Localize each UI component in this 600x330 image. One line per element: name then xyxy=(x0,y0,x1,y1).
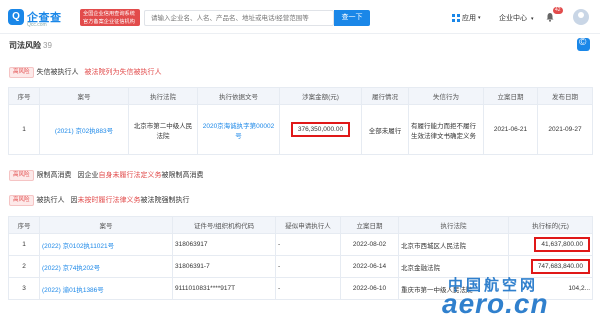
row-number: 1 xyxy=(8,233,40,256)
case-number-link[interactable]: (2022) 京74执202号 xyxy=(39,255,173,278)
block-mid: 因企业 xyxy=(77,172,99,179)
block-title: 失信被执行人 xyxy=(36,69,79,76)
court: 北京市西城区人民法院 xyxy=(398,233,509,256)
col-header: 立案日期 xyxy=(483,87,538,105)
section-title: 司法风险 39 xyxy=(9,40,52,51)
basis-link[interactable]: 2020京海诚执字第00002号 xyxy=(197,104,280,155)
dishonest-table: 序号 案号 执行法院 执行依据文号 涉案金额(元) 履行情况 失信行为 立案日期… xyxy=(8,87,593,155)
col-header: 履行情况 xyxy=(361,87,409,105)
filed-date: 2022-06-10 xyxy=(340,277,399,300)
table-row: 1 (2022) 京0102执11021号 318063917 - 2022-0… xyxy=(8,233,593,256)
logo[interactable]: Q 企查查 Qcc.com xyxy=(8,8,78,28)
risk-tag: 高风险 xyxy=(9,66,34,78)
col-header: 涉案金额(元) xyxy=(279,87,362,105)
col-header: 案号 xyxy=(39,87,129,105)
col-header: 案号 xyxy=(39,216,173,234)
executed-header: 高风险 被执行人 因 未按时履行法律义务 被法院强制执行 xyxy=(9,194,190,206)
amount-highlight: 376,350,000.00 xyxy=(290,122,351,137)
col-header: 序号 xyxy=(8,87,40,105)
col-header: 立案日期 xyxy=(340,216,399,234)
behavior: 有履行能力而拒不履行生效法律文书确定义务 xyxy=(408,104,484,155)
amount-highlight: 747,683,840.00 xyxy=(530,259,590,274)
chevron-down-icon: ▾ xyxy=(530,16,534,22)
nav-enterprise[interactable]: 企业中心 ▾ xyxy=(499,13,533,23)
case-number-link[interactable]: (2022) 京0102执11021号 xyxy=(39,233,173,256)
nav-apps-label: 应用 xyxy=(462,15,476,22)
search-box xyxy=(144,10,334,26)
logo-icon: Q xyxy=(8,9,24,25)
bell-icon[interactable] xyxy=(545,12,555,22)
copyright-icon[interactable] xyxy=(577,37,590,51)
block-title: 被执行人 xyxy=(36,197,65,204)
avatar[interactable] xyxy=(573,9,589,25)
id-number: 31806391-7 xyxy=(172,255,276,278)
search-button[interactable]: 查一下 xyxy=(334,10,370,26)
case-number-link[interactable]: (2022) 渝01执1386号 xyxy=(39,277,173,300)
published-date: 2021-09-27 xyxy=(537,104,593,155)
restriction-header: 高风险 限制高消费 因企业 自身未履行法定义务 被限制高消费 xyxy=(9,169,204,181)
col-header: 执行法院 xyxy=(398,216,509,234)
row-number: 2 xyxy=(8,255,40,278)
amount-highlight: 41,637,800.00 xyxy=(534,237,590,252)
row-number: 3 xyxy=(8,277,40,300)
credit-badge[interactable]: 全国企业信用查询系统 官方备案企业征信机构 xyxy=(80,9,140,26)
logo-url: Qcc.com xyxy=(27,22,47,28)
col-header: 执行法院 xyxy=(128,87,198,105)
section-count: 39 xyxy=(43,41,52,50)
filed-date: 2022-08-02 xyxy=(340,233,399,256)
court: 北京市第二中级人民法院 xyxy=(128,104,198,155)
col-header: 证件号/组织机构代码 xyxy=(172,216,276,234)
col-header: 疑似申请执行人 xyxy=(275,216,341,234)
notification-badge: 42 xyxy=(553,7,563,14)
amount-cell: 376,350,000.00 xyxy=(279,104,362,155)
block-suffix: 被限制高消费 xyxy=(161,172,204,179)
block-mid: 因 xyxy=(70,197,78,204)
table-header-row: 序号 案号 执行法院 执行依据文号 涉案金额(元) 履行情况 失信行为 立案日期… xyxy=(8,87,593,105)
col-header: 序号 xyxy=(8,216,40,234)
block-suffix: 被法院强制执行 xyxy=(140,197,190,204)
search-input[interactable] xyxy=(145,11,333,25)
block-highlight: 未按时履行法律义务 xyxy=(77,197,141,204)
filed-date: 2021-06-21 xyxy=(483,104,538,155)
status: 全部未履行 xyxy=(361,104,409,155)
filed-date: 2022-06-14 xyxy=(340,255,399,278)
row-number: 1 xyxy=(8,104,40,155)
amount-cell: 41,637,800.00 xyxy=(508,233,593,256)
id-number: 9111010831****917T xyxy=(172,277,276,300)
grid-icon xyxy=(452,14,460,22)
watermark: 中国航空网 aero.cn xyxy=(420,274,600,330)
id-number: 318063917 xyxy=(172,233,276,256)
applicant: - xyxy=(275,255,341,278)
block-highlight: 自身未履行法定义务 xyxy=(98,172,162,179)
top-bar: Q 企查查 Qcc.com 全国企业信用查询系统 官方备案企业征信机构 查一下 … xyxy=(0,0,600,34)
risk-tag: 高风险 xyxy=(9,169,34,181)
col-header: 发布日期 xyxy=(537,87,593,105)
risk-tag: 高风险 xyxy=(9,194,34,206)
chevron-down-icon: ▾ xyxy=(478,15,481,21)
table-header-row: 序号 案号 证件号/组织机构代码 疑似申请执行人 立案日期 执行法院 执行标的(… xyxy=(8,216,593,234)
table-row: 1 (2021) 京02执883号 北京市第二中级人民法院 2020京海诚执字第… xyxy=(8,104,593,155)
dishonest-header: 高风险 失信被执行人 被法院列为失信被执行人 xyxy=(9,66,162,78)
nav-apps[interactable]: 应用 ▾ xyxy=(452,13,481,23)
case-number-link[interactable]: (2021) 京02执883号 xyxy=(39,104,129,155)
block-highlight: 被法院列为失信被执行人 xyxy=(84,69,162,76)
watermark-en: aero.cn xyxy=(442,288,549,319)
col-header: 执行依据文号 xyxy=(197,87,280,105)
applicant: - xyxy=(275,233,341,256)
applicant: - xyxy=(275,277,341,300)
block-title: 限制高消费 xyxy=(36,172,72,179)
section-title-text: 司法风险 xyxy=(9,41,41,50)
nav-enterprise-label: 企业中心 xyxy=(499,15,527,22)
col-header: 失信行为 xyxy=(408,87,484,105)
col-header: 执行标的(元) xyxy=(508,216,593,234)
